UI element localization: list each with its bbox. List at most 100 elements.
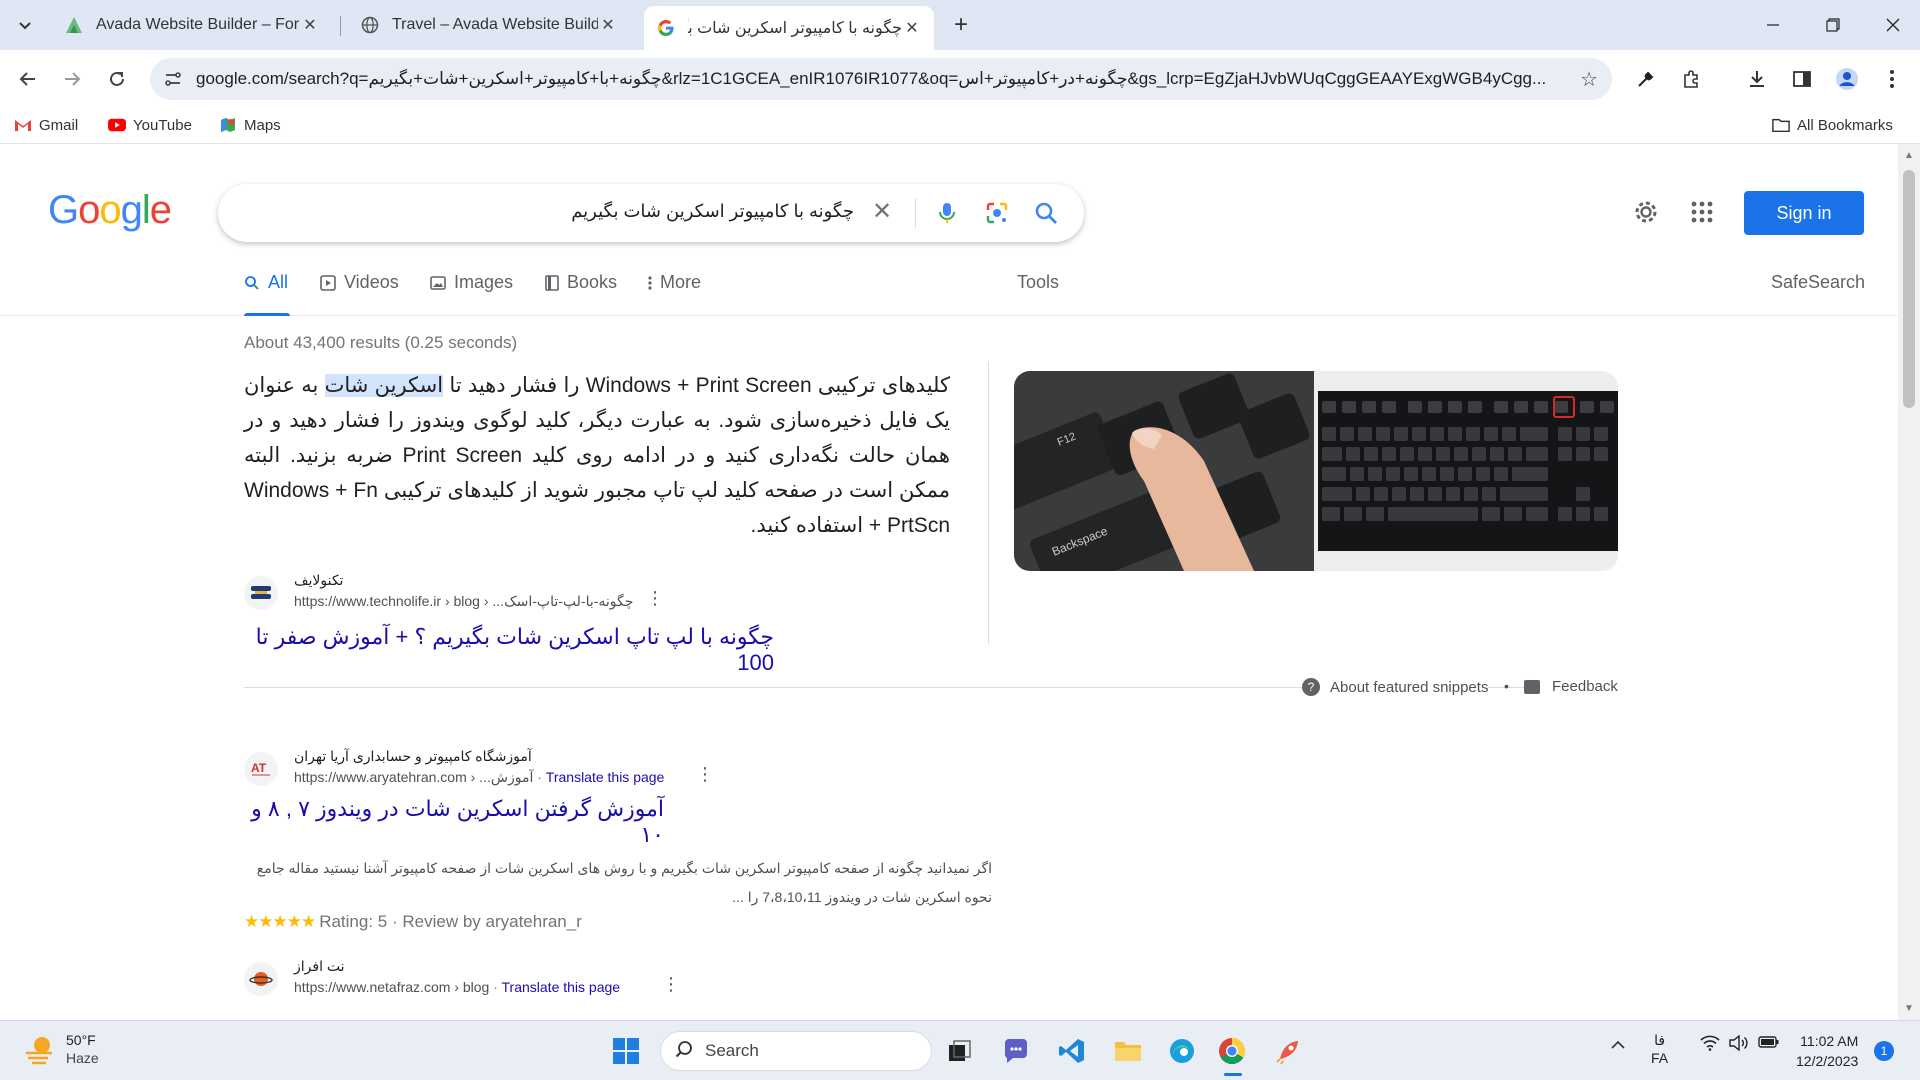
- windows-start-icon[interactable]: [608, 1033, 644, 1069]
- close-tab-icon[interactable]: ✕: [300, 15, 320, 35]
- wifi-icon[interactable]: [1700, 1035, 1720, 1054]
- browser-tab-travel[interactable]: Travel – Avada Website Builder ✕: [348, 8, 630, 42]
- show-hidden-icons-chevron-icon[interactable]: [1610, 1037, 1626, 1056]
- close-tab-icon[interactable]: ✕: [598, 15, 618, 35]
- browser-tab-google-search[interactable]: چگونه با کامپیوتر اسکرین شات بگ ✕: [644, 6, 934, 50]
- search-box[interactable]: چگونه با کامپیوتر اسکرین شات بگیریم ✕: [218, 184, 1084, 242]
- back-icon[interactable]: [12, 63, 44, 95]
- tab-more[interactable]: More: [648, 272, 701, 293]
- tab-search-menu-icon[interactable]: [12, 12, 38, 38]
- google-logo[interactable]: Google: [48, 188, 172, 233]
- side-panel-icon[interactable]: [1786, 63, 1818, 95]
- close-window-icon[interactable]: [1870, 10, 1916, 40]
- sign-in-button[interactable]: Sign in: [1744, 191, 1864, 235]
- new-tab-button[interactable]: +: [945, 9, 977, 41]
- task-view-icon[interactable]: [942, 1033, 978, 1069]
- tab-all[interactable]: All: [244, 272, 288, 293]
- voice-search-icon[interactable]: [934, 200, 960, 226]
- translate-link[interactable]: Translate this page: [546, 769, 665, 785]
- weather-widget[interactable]: 50°F Haze: [22, 1031, 99, 1067]
- result-title-link[interactable]: آموزش گرفتن اسکرین شات در ویندوز ۷ , ۸ و…: [244, 796, 664, 848]
- search-submit-icon[interactable]: [1033, 200, 1059, 226]
- safesearch-button[interactable]: SafeSearch: [1771, 272, 1865, 293]
- reload-icon[interactable]: [101, 63, 133, 95]
- snippet-line: اگر نمیدانید چگونه از صفحه کامپیوتر اسکر…: [256, 860, 992, 876]
- tab-videos[interactable]: Videos: [320, 272, 399, 293]
- result-options-icon[interactable]: ⋮: [662, 974, 680, 995]
- all-bookmarks-label: All Bookmarks: [1797, 116, 1893, 134]
- bookmark-maps[interactable]: Maps: [219, 116, 281, 134]
- browser-tab-avada[interactable]: Avada Website Builder – For W ✕: [52, 8, 332, 42]
- scroll-thumb[interactable]: [1903, 170, 1915, 408]
- google-g-icon: [656, 18, 676, 38]
- file-explorer-icon[interactable]: [1110, 1033, 1146, 1069]
- clock-time: 11:02 AM: [1800, 1033, 1859, 1049]
- featured-snippet-text: کلیدهای ترکیبی Windows + Print Screen را…: [244, 368, 950, 543]
- windows-taskbar: 50°F Haze Search فا FA 11:02 AM 12/2/202…: [0, 1020, 1920, 1080]
- input-language-indicator[interactable]: فا FA: [1651, 1031, 1668, 1067]
- settings-gear-icon[interactable]: [1632, 198, 1660, 226]
- haze-sun-icon: [22, 1031, 58, 1067]
- address-bar[interactable]: google.com/search?q=چگونه+با+کامپیوتر+اس…: [150, 58, 1612, 100]
- chrome-menu-icon[interactable]: [1876, 63, 1908, 95]
- result-source[interactable]: AT آموزشگاه کامپیوتر و حسابداری آریا تهر…: [244, 748, 1044, 792]
- url-text[interactable]: google.com/search?q=چگونه+با+کامپیوتر+اس…: [196, 69, 1556, 89]
- result-source[interactable]: نت افراز https://www.netafraz.com › blog…: [244, 958, 1044, 1002]
- site-name: آموزشگاه کامپیوتر و حسابداری آریا تهران: [294, 748, 532, 764]
- battery-icon[interactable]: [1758, 1035, 1780, 1052]
- clear-search-icon[interactable]: ✕: [872, 197, 892, 226]
- featured-snippet-title-link[interactable]: چگونه با لپ تاپ اسکرین شات بگیریم ؟ + آم…: [244, 624, 774, 676]
- featured-snippet-source[interactable]: تکنولایف https://www.technolife.ir › blo…: [244, 572, 694, 616]
- vscode-icon[interactable]: [1054, 1033, 1090, 1069]
- snippet-text-part: به عنوان یک فایل ذخیره‌سازی شود. به عبار…: [244, 374, 950, 537]
- tab-title: Avada Website Builder – For W: [96, 16, 300, 33]
- bookmark-gmail[interactable]: Gmail: [14, 116, 78, 134]
- maps-icon: [219, 116, 237, 134]
- bookmark-youtube[interactable]: YouTube: [108, 116, 192, 134]
- rating-text: Rating: 5 · Review by aryatehran_r: [319, 912, 582, 931]
- minimize-icon[interactable]: [1750, 10, 1796, 40]
- feedback-label: Feedback: [1552, 678, 1618, 695]
- browser-tab-bar: Avada Website Builder – For W ✕ Travel –…: [0, 0, 1920, 50]
- tab-books[interactable]: Books: [545, 272, 617, 293]
- keyboard-finger-image[interactable]: Backspace F12: [1014, 371, 1314, 571]
- volume-icon[interactable]: [1729, 1034, 1749, 1054]
- chrome-taskbar-icon[interactable]: [1214, 1033, 1250, 1069]
- page-scrollbar[interactable]: ▲ ▼: [1898, 144, 1920, 1020]
- search-result: نت افراز https://www.netafraz.com › blog…: [244, 958, 1044, 1002]
- all-bookmarks-button[interactable]: All Bookmarks: [1772, 116, 1893, 134]
- system-clock[interactable]: 11:02 AM 12/2/2023: [1796, 1031, 1858, 1071]
- search-input[interactable]: چگونه با کامپیوتر اسکرین شات بگیریم: [571, 201, 854, 222]
- search-icon: [675, 1040, 693, 1063]
- site-name: نت افراز: [294, 958, 345, 974]
- forward-icon[interactable]: [56, 63, 88, 95]
- result-options-icon[interactable]: ⋮: [696, 764, 714, 785]
- tab-images[interactable]: Images: [430, 272, 513, 293]
- google-lens-icon[interactable]: [984, 200, 1010, 226]
- search-result: AT آموزشگاه کامپیوتر و حسابداری آریا تهر…: [244, 748, 1044, 932]
- tools-button[interactable]: Tools: [1017, 272, 1059, 293]
- notification-badge[interactable]: 1: [1874, 1041, 1894, 1061]
- eyedropper-extension-icon[interactable]: [1630, 63, 1662, 95]
- scroll-down-arrow-icon[interactable]: ▼: [1904, 1003, 1914, 1014]
- restore-icon[interactable]: [1810, 10, 1856, 40]
- teams-chat-icon[interactable]: [998, 1033, 1034, 1069]
- translate-link[interactable]: Translate this page: [502, 979, 621, 995]
- bookmark-star-icon[interactable]: ☆: [1580, 67, 1598, 92]
- taskbar-search-box[interactable]: Search: [660, 1031, 932, 1071]
- scroll-up-arrow-icon[interactable]: ▲: [1904, 150, 1914, 161]
- about-featured-snippets-link[interactable]: ? About featured snippets: [1302, 678, 1489, 696]
- download-icon[interactable]: [1741, 63, 1773, 95]
- result-options-icon[interactable]: ⋮: [646, 588, 664, 609]
- edge-browser-icon[interactable]: [1164, 1033, 1200, 1069]
- keyboard-layout-image[interactable]: [1318, 391, 1618, 551]
- extensions-puzzle-icon[interactable]: [1675, 63, 1707, 95]
- google-apps-grid-icon[interactable]: [1690, 200, 1714, 224]
- folder-icon: [1772, 116, 1790, 134]
- site-info-icon[interactable]: [162, 68, 184, 90]
- bookmark-label: Gmail: [39, 116, 79, 134]
- close-tab-icon[interactable]: ✕: [902, 18, 922, 38]
- profile-avatar[interactable]: [1831, 63, 1863, 95]
- feedback-link[interactable]: Feedback: [1524, 678, 1618, 695]
- rocket-app-icon[interactable]: [1270, 1033, 1306, 1069]
